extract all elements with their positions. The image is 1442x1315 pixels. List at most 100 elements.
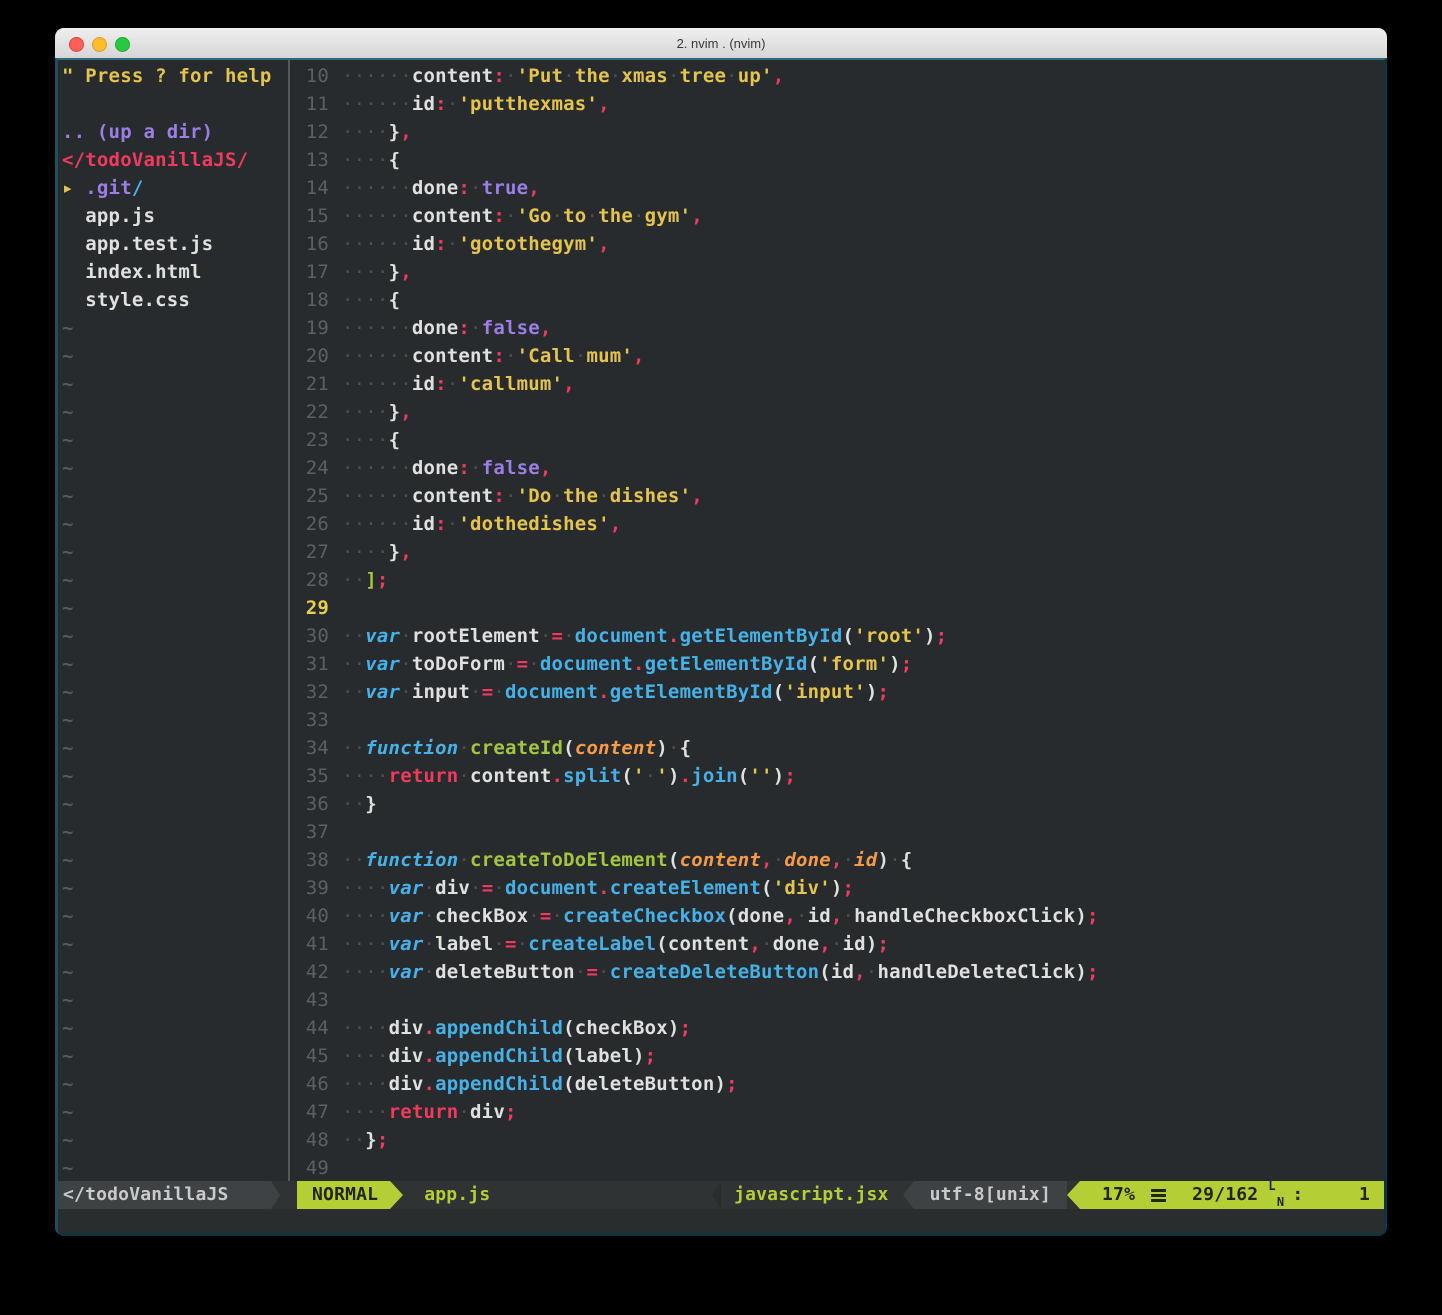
tree-item-app-js[interactable]: app.js xyxy=(62,202,288,230)
zoom-button[interactable] xyxy=(115,37,130,52)
code-line[interactable]: 17····}, xyxy=(290,258,1384,286)
empty-line-tilde: ~ xyxy=(62,650,288,678)
code-line[interactable]: 15······content:·'Go·to·the·gym', xyxy=(290,202,1384,230)
code-line-text: ······content:·'Do·the·dishes', xyxy=(342,482,703,510)
code-line[interactable]: 34··function·createId(content)·{ xyxy=(290,734,1384,762)
code-line-text: ····return·div; xyxy=(342,1098,517,1126)
code-line[interactable]: 18····{ xyxy=(290,286,1384,314)
code-line[interactable]: 23····{ xyxy=(290,426,1384,454)
code-line[interactable]: 42····var·deleteButton·=·createDeleteBut… xyxy=(290,958,1384,986)
tilde-marker: ~ xyxy=(62,373,74,395)
code-line[interactable]: 33 xyxy=(290,706,1384,734)
code-line[interactable]: 11······id:·'putthexmas', xyxy=(290,90,1384,118)
code-line-text: ······done:·false, xyxy=(342,454,552,482)
code-line[interactable]: 49 xyxy=(290,1154,1384,1181)
whitespace-dots: · xyxy=(552,905,564,927)
token: mum' xyxy=(586,345,633,367)
line-number: 16 xyxy=(290,230,329,258)
titlebar[interactable]: 2. nvim . (nvim) xyxy=(55,28,1387,59)
code-line[interactable]: 48··}; xyxy=(290,1126,1384,1154)
code-line[interactable]: 39····var·div·=·document.createElement('… xyxy=(290,874,1384,902)
code-line[interactable]: 25······content:·'Do·the·dishes', xyxy=(290,482,1384,510)
code-line[interactable]: 44····div.appendChild(checkBox); xyxy=(290,1014,1384,1042)
token: 'callmum' xyxy=(458,373,563,395)
code-line[interactable]: 46····div.appendChild(deleteButton); xyxy=(290,1070,1384,1098)
tree-blank xyxy=(62,90,288,118)
empty-line-tilde: ~ xyxy=(62,622,288,650)
code-line[interactable]: 31··var·toDoForm·=·document.getElementBy… xyxy=(290,650,1384,678)
whitespace-dots: · xyxy=(447,233,459,255)
tree-root[interactable]: </todoVanillaJS/ xyxy=(62,146,288,174)
whitespace-dots: · xyxy=(423,961,435,983)
tilde-marker: ~ xyxy=(62,485,74,507)
token: checkBox xyxy=(435,905,528,927)
token: } xyxy=(389,121,401,143)
token: ( xyxy=(668,849,680,871)
code-line[interactable]: 28··]; xyxy=(290,566,1384,594)
whitespace-dots: · xyxy=(505,345,517,367)
tree-item-app-test-js[interactable]: app.test.js xyxy=(62,230,288,258)
whitespace-dots: · xyxy=(400,681,412,703)
token: ; xyxy=(377,569,389,591)
token: ; xyxy=(645,1045,657,1067)
code-line[interactable]: 14······done:·true, xyxy=(290,174,1384,202)
tree-item-git[interactable]: ▸ .git/ xyxy=(62,174,288,202)
tree-item-up-dir[interactable]: .. (up a dir) xyxy=(62,118,288,146)
code-line[interactable]: 22····}, xyxy=(290,398,1384,426)
code-line[interactable]: 30··var·rootElement·=·document.getElemen… xyxy=(290,622,1384,650)
empty-line-tilde: ~ xyxy=(62,482,288,510)
tilde-marker: ~ xyxy=(62,457,74,479)
encoding-label: utf-8[unix] xyxy=(914,1181,1067,1209)
tree-help: " Press ? for help xyxy=(62,62,288,90)
command-line[interactable] xyxy=(58,1209,1384,1233)
token: var xyxy=(389,961,424,983)
token: } xyxy=(389,261,401,283)
code-line[interactable]: 41····var·label·=·createLabel(content,·d… xyxy=(290,930,1384,958)
code-line[interactable]: 20······content:·'Call·mum', xyxy=(290,342,1384,370)
code-line-text: ······content:·'Call·mum', xyxy=(342,342,645,370)
code-line[interactable]: 27····}, xyxy=(290,538,1384,566)
token: content xyxy=(412,485,493,507)
whitespace-dots: · xyxy=(423,933,435,955)
code-line[interactable]: 35····return·content.split('·').join('')… xyxy=(290,762,1384,790)
tree-item-style-css[interactable]: style.css xyxy=(62,286,288,314)
close-button[interactable] xyxy=(69,37,84,52)
token: createElement xyxy=(610,877,761,899)
code-line[interactable]: 29 xyxy=(290,594,1384,622)
code-line[interactable]: 19······done:·false, xyxy=(290,314,1384,342)
code-line[interactable]: 37 xyxy=(290,818,1384,846)
code-line[interactable]: 21······id:·'callmum', xyxy=(290,370,1384,398)
whitespace-dots: · xyxy=(470,457,482,479)
token: : xyxy=(435,513,447,535)
code-line[interactable]: 43 xyxy=(290,986,1384,1014)
whitespace-dots: · xyxy=(598,485,610,507)
code-line[interactable]: 38··function·createToDoElement(content,·… xyxy=(290,846,1384,874)
code-line[interactable]: 10······content:·'Put·the·xmas·tree·up', xyxy=(290,62,1384,90)
token: return xyxy=(389,765,459,787)
code-line[interactable]: 26······id:·'dothedishes', xyxy=(290,510,1384,538)
token: </todoVanillaJS/ xyxy=(62,149,248,171)
code-line[interactable]: 47····return·div; xyxy=(290,1098,1384,1126)
hamburger-icon xyxy=(1151,1194,1166,1197)
tilde-marker: ~ xyxy=(62,793,74,815)
code-line[interactable]: 45····div.appendChild(label); xyxy=(290,1042,1384,1070)
code-line[interactable]: 36··} xyxy=(290,790,1384,818)
token: { xyxy=(680,737,692,759)
code-line[interactable]: 24······done:·false, xyxy=(290,454,1384,482)
whitespace-dots: ······ xyxy=(342,373,412,395)
token: , xyxy=(400,121,412,143)
token xyxy=(62,233,85,255)
powerline-chevron-icon xyxy=(712,1181,721,1209)
code-line[interactable]: 40····var·checkBox·=·createCheckbox(done… xyxy=(290,902,1384,930)
token: , xyxy=(633,345,645,367)
code-line-text: ····}, xyxy=(342,258,412,286)
code-line[interactable]: 12····}, xyxy=(290,118,1384,146)
code-line[interactable]: 32··var·input·=·document.getElementById(… xyxy=(290,678,1384,706)
tree-item-index-html[interactable]: index.html xyxy=(62,258,288,286)
token: content xyxy=(412,65,493,87)
token: document xyxy=(505,877,598,899)
code-line[interactable]: 16······id:·'gotothegym', xyxy=(290,230,1384,258)
code-line[interactable]: 13····{ xyxy=(290,146,1384,174)
token: id xyxy=(412,513,435,535)
minimize-button[interactable] xyxy=(92,37,107,52)
